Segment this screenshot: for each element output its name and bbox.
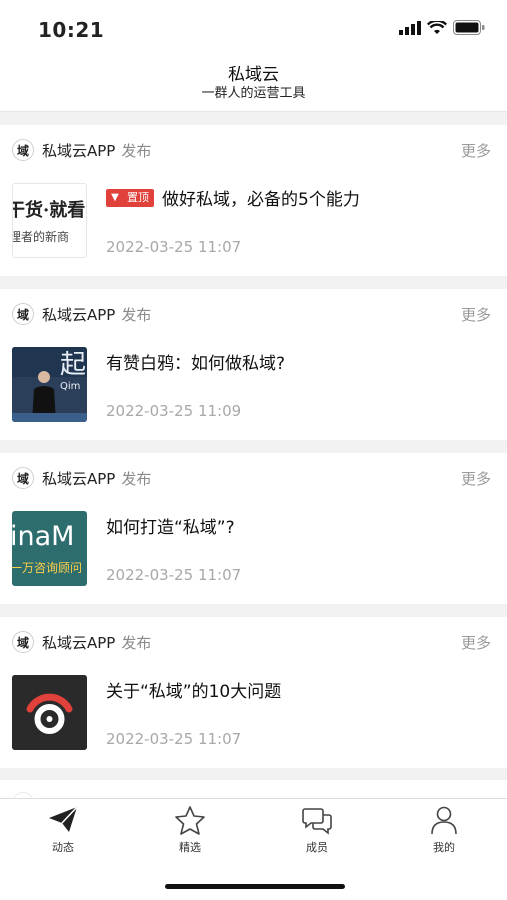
- tab-dynamics[interactable]: 动态: [23, 805, 103, 855]
- tab-label: 我的: [433, 841, 455, 854]
- article-thumbnail[interactable]: 干货·就看 理者的新商: [12, 183, 87, 258]
- status-icons: [399, 20, 485, 35]
- source-name[interactable]: 私域云APP: [42, 304, 115, 325]
- card-source-row: 域 私域云APP 发布: [12, 631, 151, 653]
- article-title[interactable]: 有赞白鸦：如何做私域?: [106, 349, 285, 374]
- feed-card-partial: [0, 780, 507, 800]
- article-title-text: 做好私域，必备的5个能力: [162, 190, 360, 210]
- article-title[interactable]: ▼ 置顶 做好私域，必备的5个能力: [106, 185, 360, 210]
- source-avatar[interactable]: 域: [12, 139, 34, 161]
- tab-label: 动态: [52, 841, 74, 854]
- battery-icon: [453, 20, 485, 35]
- thumbnail-text: 干货·就看: [12, 200, 86, 221]
- pinned-badge: ▼ 置顶: [106, 188, 154, 207]
- source-avatar[interactable]: 域: [12, 467, 34, 489]
- source-avatar[interactable]: 域: [12, 303, 34, 325]
- tab-members[interactable]: 成员: [277, 805, 357, 855]
- source-action: 发布: [121, 469, 152, 488]
- feed-card[interactable]: 域 私域云APP 发布 更多 起 Qim 有赞白鸦：如何做私域? 2022-03…: [0, 289, 507, 440]
- source-name[interactable]: 私域云APP: [42, 468, 115, 489]
- home-indicator[interactable]: [165, 884, 345, 889]
- star-icon: [175, 806, 205, 835]
- more-button[interactable]: 更多: [461, 304, 491, 325]
- pin-icon: ▼: [107, 189, 123, 206]
- status-bar: 10:21: [0, 0, 507, 60]
- page-subtitle: 一群人的运营工具: [201, 86, 306, 101]
- article-thumbnail[interactable]: [12, 675, 87, 750]
- card-source-row: 域 私域云APP 发布: [12, 467, 151, 489]
- status-time: 10:21: [38, 18, 105, 42]
- card-source-row: 域 私域云APP 发布: [12, 139, 151, 161]
- app-logo-image: [12, 675, 87, 750]
- article-title-text: 有赞白鸦：如何做私域?: [106, 354, 286, 374]
- chat-bubbles-icon: [302, 808, 332, 835]
- article-thumbnail[interactable]: 起 Qim: [12, 347, 87, 422]
- thumbnail-text: 起: [60, 350, 86, 380]
- article-thumbnail[interactable]: inaM 一万咨询顾问: [12, 511, 87, 586]
- source-name[interactable]: 私域云APP: [42, 140, 115, 161]
- article-title[interactable]: 关于“私域”的10大问题: [106, 677, 281, 702]
- article-title[interactable]: 如何打造“私域”?: [106, 513, 235, 538]
- person-icon: [431, 806, 457, 835]
- cellular-signal-icon: [399, 20, 421, 35]
- tab-mine[interactable]: 我的: [404, 805, 484, 855]
- wifi-icon: [427, 20, 447, 34]
- nav-header: 私域云 一群人的运营工具: [0, 60, 507, 112]
- publish-date: 2022-03-25 11:09: [106, 402, 242, 420]
- source-avatar[interactable]: 域: [12, 631, 34, 653]
- source-action: 发布: [121, 141, 152, 160]
- pinned-label: 置顶: [123, 189, 153, 206]
- page-title: 私域云: [228, 65, 279, 85]
- feed-card[interactable]: 域 私域云APP 发布 更多 inaM 一万咨询顾问 如何打造“私域”? 202…: [0, 453, 507, 604]
- tab-featured[interactable]: 精选: [150, 805, 230, 855]
- card-source-row: 域 私域云APP 发布: [12, 303, 151, 325]
- paper-plane-icon: [49, 806, 78, 832]
- more-button[interactable]: 更多: [461, 468, 491, 489]
- publish-date: 2022-03-25 11:07: [106, 730, 242, 748]
- source-action: 发布: [121, 305, 152, 324]
- feed-card[interactable]: 域 私域云APP 发布 更多 干货·就看 理者的新商 ▼ 置顶 做好私域，必备的…: [0, 125, 507, 276]
- publish-date: 2022-03-25 11:07: [106, 566, 242, 584]
- article-title-text: 关于“私域”的10大问题: [106, 682, 282, 702]
- feed-card[interactable]: 域 私域云APP 发布 更多 关于“私域”的10大问题 2022-03-25 1…: [0, 617, 507, 768]
- thumbnail-subtext: 一万咨询顾问: [12, 561, 83, 575]
- speaker-photo-image: 起 Qim: [12, 347, 87, 422]
- source-name[interactable]: 私域云APP: [42, 632, 115, 653]
- tab-label: 精选: [179, 841, 201, 854]
- more-button[interactable]: 更多: [461, 632, 491, 653]
- thumbnail-subtext: Qim: [60, 381, 80, 392]
- source-action: 发布: [121, 633, 152, 652]
- more-button[interactable]: 更多: [461, 140, 491, 161]
- thumbnail-subtext: 理者的新商: [12, 230, 70, 244]
- article-title-text: 如何打造“私域”?: [106, 518, 235, 538]
- thumbnail-text: inaM: [12, 521, 75, 552]
- tab-label: 成员: [306, 841, 328, 854]
- publish-date: 2022-03-25 11:07: [106, 238, 242, 256]
